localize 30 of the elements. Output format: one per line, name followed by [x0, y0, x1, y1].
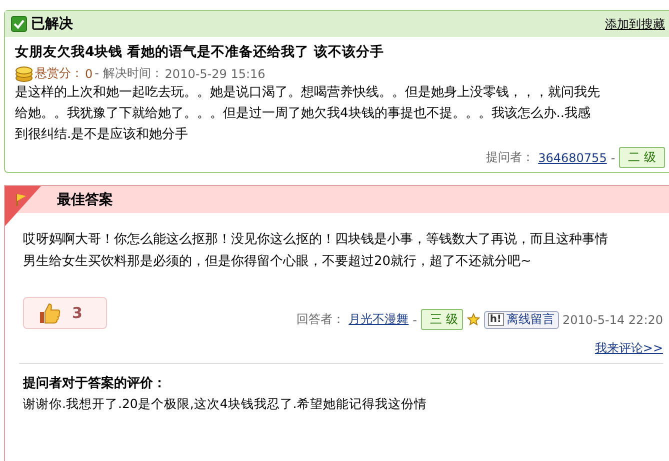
- answerer-link[interactable]: 月光不漫舞: [348, 311, 409, 328]
- hi-icon: h!: [488, 313, 504, 326]
- like-button[interactable]: 3: [23, 296, 107, 328]
- asker-link[interactable]: 364680755: [538, 150, 607, 164]
- evaluation-text: 谢谢你.我想开了.20是个极限,这次4块钱我忍了.希望她能记得我这份情: [23, 396, 428, 413]
- star-icon: [466, 313, 480, 326]
- comment-link[interactable]: 我来评论>>: [594, 340, 663, 357]
- reward-value: 0: [85, 66, 93, 80]
- coins-icon: [15, 66, 33, 82]
- answer-heading: 最佳答案: [57, 190, 113, 208]
- question-text: 是这样的上次和她一起吃去玩。。她是说口渴了。想喝营养快线。。但是她身上没零钱，，，就问我先给她。。我犹豫了下就给她了。。。但是过一周了她欠我4块钱的事提也不提。。。我该怎么办..我感到很纠结.是不是应该和她分手: [15, 84, 601, 144]
- bookmark-link[interactable]: 添加到搜藏: [605, 16, 665, 32]
- asker-label: 提问者：: [486, 149, 534, 166]
- question-title: 女朋友欠我4块钱 看她的语气是不准备还给我了 该不该分手: [15, 43, 385, 61]
- separator-text: -: [610, 150, 616, 164]
- answerer-label: 回答者：: [296, 311, 345, 328]
- offline-message-button[interactable]: h! 离线留言: [484, 310, 558, 328]
- separator-text: -: [412, 312, 417, 326]
- level-badge: 二 级: [619, 147, 665, 168]
- resolved-label: - 解决时间：: [94, 65, 163, 82]
- evaluation-heading: 提问者对于答案的评价：: [23, 374, 167, 392]
- resolved-time: 2010-5-29 15:16: [164, 66, 266, 80]
- flag-ribbon-icon: [5, 186, 41, 226]
- answer-text: 哎呀妈啊大哥！你怎么能这么抠那！没见你这么抠的！四块钱是小事，等钱数大了再说，而且这种事情男生给女生买饮料那是必须的，但是你得留个心眼，不要超过20就行，超了不还就分吧~: [23, 231, 609, 271]
- reward-label: 悬赏分：: [35, 65, 83, 82]
- checkmark-icon: [11, 16, 27, 32]
- thumbs-up-icon: [38, 300, 62, 324]
- answer-time: 2010-5-14 22:20: [562, 312, 663, 326]
- level-badge: 三 级: [420, 309, 463, 330]
- status-label: 已解决: [31, 15, 73, 33]
